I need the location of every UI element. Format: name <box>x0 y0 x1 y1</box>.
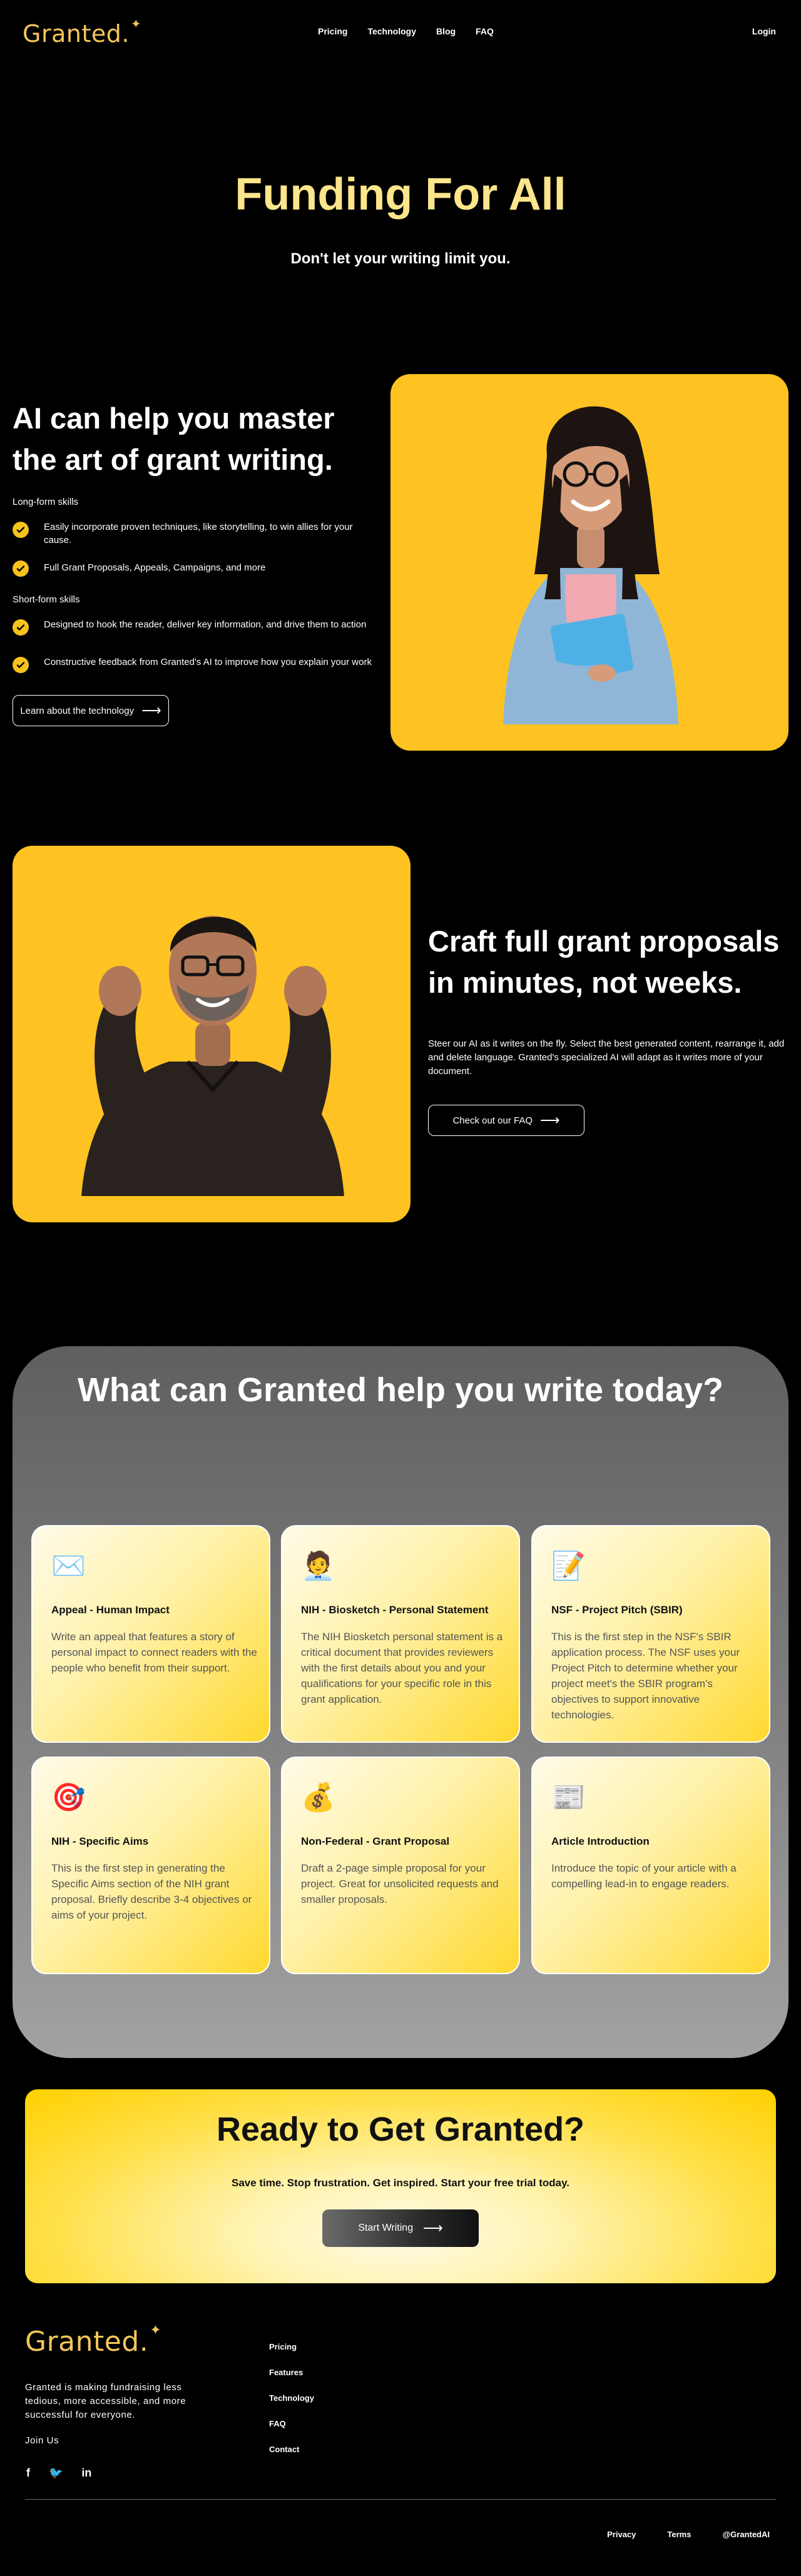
list-item: Easily incorporate proven techniques, li… <box>13 520 375 547</box>
list-item-text: Designed to hook the reader, deliver key… <box>44 619 367 630</box>
card-non-federal-proposal[interactable]: 💰 Non-Federal - Grant Proposal Draft a 2… <box>281 1757 520 1974</box>
privacy-link[interactable]: Privacy <box>607 2530 636 2539</box>
checkmark-icon <box>13 657 29 673</box>
terms-link[interactable]: Terms <box>667 2530 691 2539</box>
nav-links: Pricing Technology Blog FAQ <box>318 26 494 36</box>
footer-link-pricing[interactable]: Pricing <box>269 2342 314 2368</box>
card-title: NSF - Project Pitch (SBIR) <box>551 1604 683 1616</box>
celebrating-man-illustration <box>81 916 344 1196</box>
faq-button-label: Check out our FAQ <box>452 1115 533 1126</box>
learn-technology-button[interactable]: Learn about the technology ⟶ <box>13 695 169 726</box>
section1-heading: AI can help you master the art of grant … <box>13 402 335 476</box>
student-illustration <box>503 406 678 724</box>
checkmark-icon <box>13 619 29 636</box>
card-description: Draft a 2-page simple proposal for your … <box>301 1862 499 1905</box>
office-worker-icon: 🧑‍💼 <box>301 1551 335 1581</box>
list-item: Full Grant Proposals, Appeals, Campaigns… <box>13 559 375 577</box>
card-nih-biosketch[interactable]: 🧑‍💼 NIH - Biosketch - Personal Statement… <box>281 1525 520 1743</box>
linkedin-icon[interactable]: in <box>81 2467 91 2480</box>
card-description: This is the first step in generating the… <box>51 1862 252 1921</box>
long-form-label: Long-form skills <box>13 497 79 507</box>
cta-banner: Ready to Get Granted? Save time. Stop fr… <box>25 2089 776 2283</box>
list-item: Designed to hook the reader, deliver key… <box>13 618 375 636</box>
card-description: Write an appeal that features a story of… <box>51 1631 257 1674</box>
footer-description: Granted is making fundraising less tedio… <box>25 2382 186 2420</box>
section2-description: Steer our AI as it writes on the fly. Se… <box>428 1038 785 1077</box>
card-title: Article Introduction <box>551 1835 650 1847</box>
footer-link-contact[interactable]: Contact <box>269 2445 314 2470</box>
footer-logo[interactable]: Granted. ✦ <box>25 2322 161 2358</box>
money-bag-icon: 💰 <box>301 1782 335 1813</box>
card-nih-specific-aims[interactable]: 🎯 NIH - Specific Aims This is the first … <box>31 1757 270 1974</box>
memo-icon: 📝 <box>551 1551 586 1581</box>
logo-wordmark: Granted. <box>23 20 130 48</box>
target-icon: 🎯 <box>51 1782 86 1813</box>
footer-link-technology[interactable]: Technology <box>269 2393 314 2419</box>
footer-link-features[interactable]: Features <box>269 2368 314 2393</box>
footer-bottom-links: Privacy Terms @GrantedAI <box>607 2530 770 2539</box>
card-description: The NIH Biosketch personal statement is … <box>301 1631 503 1705</box>
card-description: Introduce the topic of your article with… <box>551 1862 737 1890</box>
nav-link-blog[interactable]: Blog <box>436 26 456 36</box>
facebook-icon[interactable]: f <box>26 2467 30 2480</box>
footer-links: Pricing Features Technology FAQ Contact <box>269 2342 314 2470</box>
cta-title: Ready to Get Granted? <box>216 2111 585 2148</box>
footer-logo-wordmark: Granted. <box>25 2326 149 2358</box>
section2-heading: Craft full grant proposals in minutes, n… <box>428 925 780 999</box>
sparkle-icon: ✦ <box>150 2322 161 2338</box>
arrow-right-icon: ⟶ <box>423 2220 443 2236</box>
nav-link-technology[interactable]: Technology <box>367 26 416 36</box>
card-title: NIH - Biosketch - Personal Statement <box>301 1604 489 1616</box>
footer-link-faq[interactable]: FAQ <box>269 2419 314 2445</box>
learn-technology-label: Learn about the technology <box>20 705 135 716</box>
arrow-right-icon: ⟶ <box>141 702 161 718</box>
footer-divider <box>25 2499 776 2500</box>
login-link[interactable]: Login <box>752 26 776 36</box>
logo[interactable]: Granted. ✦ <box>23 18 141 48</box>
list-item-text: Full Grant Proposals, Appeals, Campaigns… <box>44 562 266 573</box>
start-writing-label: Start Writing <box>358 2223 414 2233</box>
newspaper-icon: 📰 <box>551 1782 586 1813</box>
checkmark-icon <box>13 560 29 577</box>
social-links: f 🐦 in <box>26 2467 91 2480</box>
twitter-handle-link[interactable]: @GrantedAI <box>722 2530 770 2539</box>
checkmark-icon <box>13 522 29 538</box>
hero-title: Funding For All <box>235 170 566 220</box>
top-nav: Granted. ✦ Pricing Technology Blog FAQ L… <box>0 0 801 63</box>
nav-link-faq[interactable]: FAQ <box>476 26 494 36</box>
nav-link-pricing[interactable]: Pricing <box>318 26 347 36</box>
start-writing-button[interactable]: Start Writing ⟶ <box>322 2209 479 2247</box>
card-description: This is the first step in the NSF's SBIR… <box>551 1631 740 1721</box>
cta-subtitle: Save time. Stop frustration. Get inspire… <box>231 2177 570 2189</box>
faq-button[interactable]: Check out our FAQ ⟶ <box>428 1105 584 1136</box>
twitter-icon[interactable]: 🐦 <box>49 2467 63 2480</box>
short-form-label: Short-form skills <box>13 594 80 605</box>
card-title: NIH - Specific Aims <box>51 1835 149 1847</box>
student-photo-card <box>390 374 788 751</box>
card-nsf-project-pitch[interactable]: 📝 NSF - Project Pitch (SBIR) This is the… <box>531 1525 770 1743</box>
arrow-right-icon: ⟶ <box>540 1112 560 1128</box>
card-title: Non-Federal - Grant Proposal <box>301 1835 450 1847</box>
envelope-icon: ✉️ <box>51 1551 86 1581</box>
list-item-text: Easily incorporate proven techniques, li… <box>44 522 353 545</box>
sparkle-icon: ✦ <box>130 18 141 31</box>
card-appeal-human-impact[interactable]: ✉️ Appeal - Human Impact Write an appeal… <box>31 1525 270 1743</box>
card-article-introduction[interactable]: 📰 Article Introduction Introduce the top… <box>531 1757 770 1974</box>
list-item-text: Constructive feedback from Granted's AI … <box>44 657 372 667</box>
use-cases-heading: What can Granted help you write today? <box>77 1371 724 1409</box>
hero-subtitle: Don't let your writing limit you. <box>290 250 511 267</box>
join-us-label: Join Us <box>25 2435 59 2446</box>
list-item: Constructive feedback from Granted's AI … <box>13 656 375 673</box>
founder-photo-card <box>13 846 411 1222</box>
card-title: Appeal - Human Impact <box>51 1604 170 1616</box>
